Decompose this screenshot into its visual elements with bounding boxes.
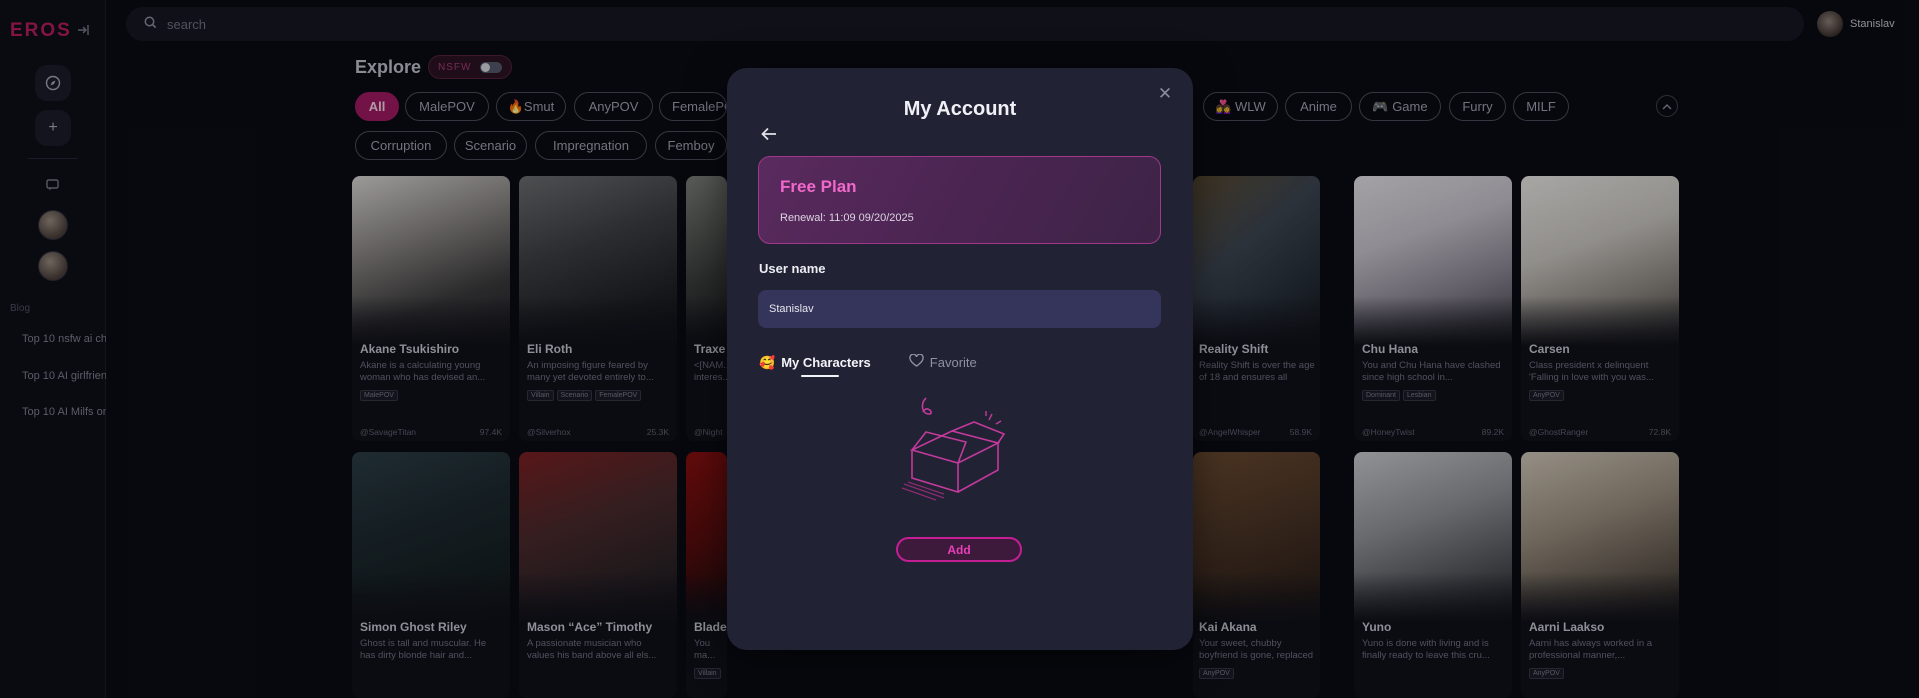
plan-card: Free Plan Renewal: 11:09 09/20/2025 bbox=[758, 156, 1161, 244]
modal-tabs: 🥰 My Characters Favorite bbox=[759, 353, 977, 377]
tab-my-characters[interactable]: 🥰 My Characters bbox=[759, 354, 871, 377]
tab-label: My Characters bbox=[781, 355, 871, 370]
tab-label: Favorite bbox=[929, 355, 977, 370]
account-modal: ✕ My Account Free Plan Renewal: 11:09 09… bbox=[727, 68, 1193, 650]
empty-box-icon bbox=[882, 384, 1032, 504]
arrow-left-icon[interactable] bbox=[761, 126, 777, 146]
tab-favorite[interactable]: Favorite bbox=[909, 353, 977, 371]
username-field[interactable] bbox=[758, 290, 1161, 328]
smiling-face-hearts-icon: 🥰 bbox=[759, 354, 776, 370]
heart-icon bbox=[909, 353, 924, 371]
modal-title: My Account bbox=[903, 98, 1017, 120]
plan-renewal: Renewal: 11:09 09/20/2025 bbox=[780, 212, 914, 224]
plan-name: Free Plan bbox=[780, 177, 857, 196]
add-character-button[interactable]: Add bbox=[896, 537, 1022, 562]
username-field-label: User name bbox=[759, 261, 826, 276]
